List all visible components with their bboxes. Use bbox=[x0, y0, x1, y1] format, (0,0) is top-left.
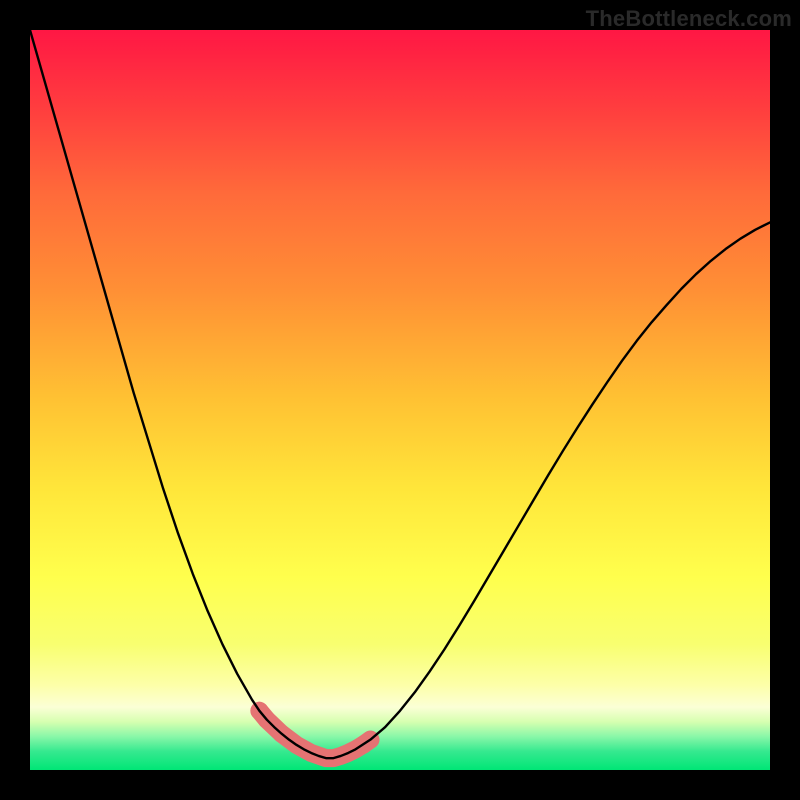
watermark-text: TheBottleneck.com bbox=[586, 6, 792, 32]
bottom-markers bbox=[250, 702, 379, 758]
plot-area bbox=[30, 30, 770, 770]
chart-frame: TheBottleneck.com bbox=[0, 0, 800, 800]
curve-layer bbox=[30, 30, 770, 770]
bottleneck-curve bbox=[30, 30, 770, 758]
